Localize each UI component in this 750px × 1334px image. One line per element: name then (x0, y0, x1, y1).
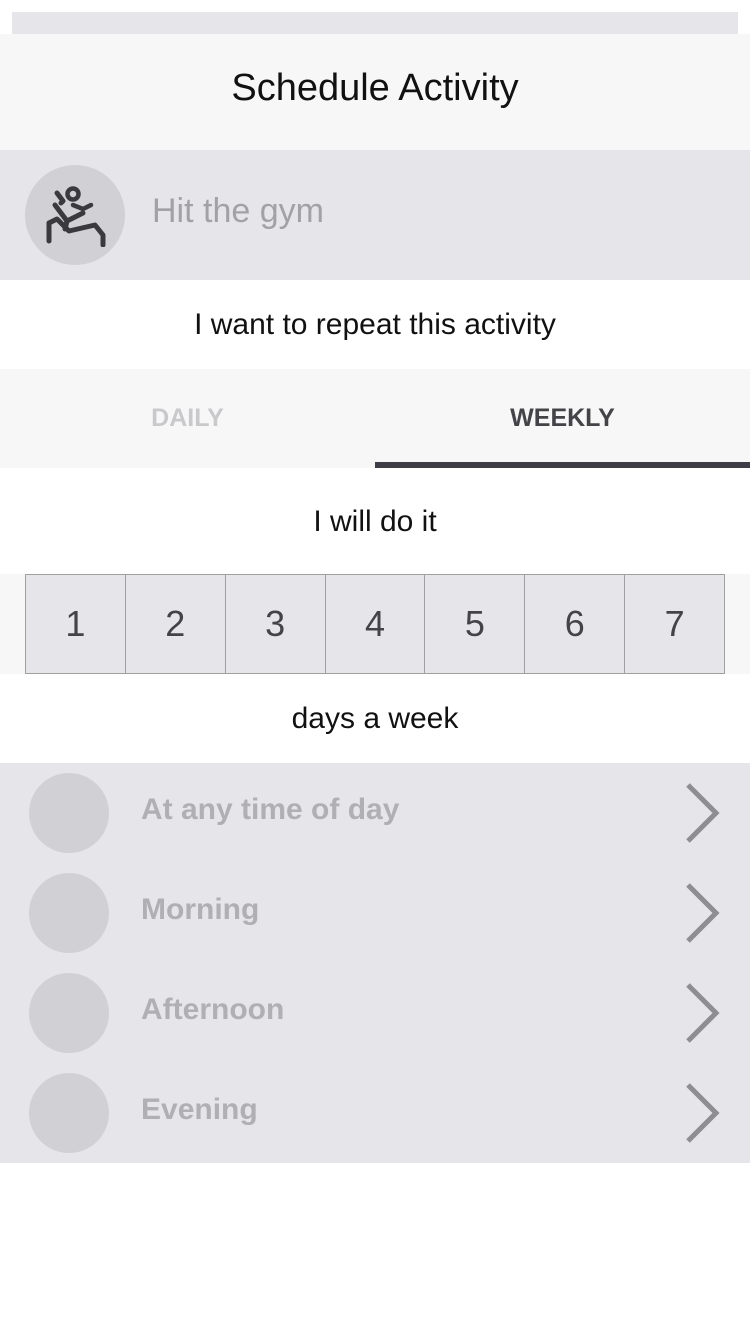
day-option-2[interactable]: 2 (126, 575, 226, 673)
activity-row[interactable]: Hit the gym (0, 150, 750, 280)
tab-weekly[interactable]: WEEKLY (375, 369, 750, 468)
day-option-3[interactable]: 3 (226, 575, 326, 673)
time-option-label: At any time of day (141, 793, 400, 826)
activity-avatar[interactable] (25, 165, 125, 265)
activity-name[interactable]: Hit the gym (152, 192, 324, 231)
time-option-any[interactable]: At any time of day (0, 763, 750, 863)
day-option-7[interactable]: 7 (625, 575, 724, 673)
time-option-morning[interactable]: Morning (0, 863, 750, 963)
tab-weekly-label: WEEKLY (510, 404, 615, 432)
day-picker-band: 1 2 3 4 5 6 7 (0, 574, 750, 674)
days-suffix-section: days a week (0, 674, 750, 763)
frequency-tabs: DAILY WEEKLY (0, 369, 750, 468)
chevron-right-icon (686, 1083, 720, 1143)
time-option-evening[interactable]: Evening (0, 1063, 750, 1163)
page-title: Schedule Activity (231, 66, 519, 109)
time-option-circle (29, 1073, 109, 1153)
time-option-label: Evening (141, 1093, 258, 1126)
chevron-right-icon (686, 883, 720, 943)
days-per-week-picker: 1 2 3 4 5 6 7 (25, 574, 725, 674)
chevron-right-icon (686, 783, 720, 843)
header: Schedule Activity (0, 34, 750, 150)
chevron-right-icon (686, 983, 720, 1043)
time-option-afternoon[interactable]: Afternoon (0, 963, 750, 1063)
day-option-5[interactable]: 5 (425, 575, 526, 673)
will-do-label: I will do it (313, 505, 437, 538)
repeat-label: I want to repeat this activity (194, 307, 556, 341)
time-option-circle (29, 773, 109, 853)
time-option-circle (29, 873, 109, 953)
repeat-section: I want to repeat this activity (0, 280, 750, 369)
days-suffix-label: days a week (291, 701, 459, 735)
status-bar-placeholder (12, 12, 738, 34)
time-of-day-list: At any time of day Morning Afternoon Eve… (0, 763, 750, 1163)
time-option-label: Morning (141, 893, 260, 926)
will-do-section: I will do it (0, 468, 750, 574)
tab-daily[interactable]: DAILY (0, 369, 375, 468)
time-option-circle (29, 973, 109, 1053)
day-option-1[interactable]: 1 (26, 575, 126, 673)
day-option-6[interactable]: 6 (525, 575, 626, 673)
time-option-label: Afternoon (141, 993, 285, 1026)
day-option-4[interactable]: 4 (326, 575, 426, 673)
gym-exercise-icon (46, 186, 106, 247)
